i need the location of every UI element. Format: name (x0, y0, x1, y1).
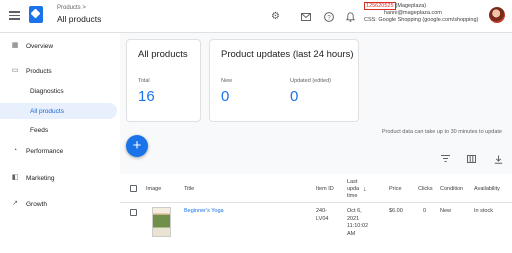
top-bar: Products > All products ⚙ ? 125620525 (Ma… (0, 0, 512, 33)
cell-line: AM (347, 230, 356, 237)
overview-icon: ▦ (11, 42, 19, 49)
header-divider (120, 202, 512, 203)
product-image (152, 207, 171, 237)
column-header-availability[interactable]: Availability (474, 186, 500, 193)
avatar[interactable] (489, 7, 505, 23)
cell-line: 2021 (347, 215, 360, 222)
column-header-image: Image (146, 186, 162, 192)
availability: In stock (474, 208, 493, 214)
column-header-condition[interactable]: Condition (440, 186, 463, 193)
products-table: Image Title Item ID Last upda time ↓ Pri… (120, 174, 512, 253)
sidebar-item-label: Overview (26, 42, 54, 50)
header-line: upda (347, 186, 360, 192)
column-header-price[interactable]: Price (389, 186, 402, 193)
cell-line: Oct 6, (347, 208, 362, 214)
sidebar-item-label: All products (30, 107, 64, 115)
header-line: time (347, 193, 358, 199)
filter-icon[interactable] (441, 155, 450, 164)
sidebar: ▦ Overview ▭ Products Diagnostics All pr… (0, 33, 120, 253)
breadcrumb[interactable]: Products > (57, 5, 86, 11)
settings-icon[interactable]: ⚙ (270, 11, 281, 22)
price: $6.00 (389, 208, 403, 214)
css-label: CSS: Google Shopping (google.com/shoppin… (364, 17, 479, 23)
condition: New (440, 208, 452, 214)
sidebar-item-label: Diagnostics (30, 87, 64, 95)
notifications-icon[interactable] (345, 11, 356, 22)
account-id: 125620525 (364, 2, 396, 10)
menu-icon[interactable] (9, 11, 20, 20)
account-email: hanni@mageplaza.com (384, 10, 442, 16)
column-header-title[interactable]: Title (184, 186, 194, 193)
total-value: 16 (138, 88, 155, 105)
product-title-link[interactable]: Beginner's Yoga (184, 208, 224, 216)
card-title: All products (138, 49, 188, 60)
sidebar-item-label: Performance (26, 147, 64, 155)
download-icon[interactable] (494, 155, 503, 164)
sidebar-item-label: Products (26, 67, 52, 75)
growth-icon: ↗ (12, 200, 18, 207)
new-value: 0 (221, 88, 230, 105)
products-icon: ▭ (11, 67, 19, 74)
row-checkbox[interactable] (130, 209, 137, 216)
column-header-clicks[interactable]: Clicks (418, 186, 433, 193)
last-update-time: Oct 6, 2021 11:10:02 AM (347, 208, 368, 238)
account-name: (Mageplaza) (395, 3, 427, 9)
marketing-icon: ◧ (11, 174, 19, 181)
sidebar-item-all-products[interactable]: All products (0, 103, 117, 119)
help-icon[interactable]: ? (323, 11, 334, 22)
merchant-center-logo (29, 6, 43, 23)
updated-label: Updated (edited) (290, 78, 331, 84)
cell-line: 240- (316, 208, 328, 214)
updated-value: 0 (290, 88, 299, 105)
header-line: Last (347, 179, 358, 185)
sort-down-icon[interactable]: ↓ (363, 186, 367, 193)
total-label: Total (138, 78, 150, 84)
sidebar-item-label: Growth (26, 200, 47, 208)
main-content: All products Total 16 Product updates (l… (120, 33, 512, 253)
performance-icon: ◔ (12, 147, 18, 154)
account-info[interactable]: 125620525 (Mageplaza) hanni@mageplaza.com… (364, 2, 488, 24)
card-title: Product updates (last 24 hours) (221, 49, 354, 60)
new-label: New (221, 78, 233, 84)
page-title: All products (57, 14, 102, 24)
svg-text:?: ? (327, 15, 331, 21)
sidebar-item-label: Marketing (26, 174, 55, 182)
clicks: 0 (423, 208, 427, 214)
product-updates-card: Product updates (last 24 hours) New 0 Up… (209, 39, 359, 122)
add-product-button[interactable]: + (126, 135, 148, 157)
update-note: Product data can take up to 30 minutes t… (381, 129, 502, 135)
select-all-checkbox[interactable] (130, 185, 137, 192)
column-header-last-update[interactable]: Last upda time (347, 179, 359, 200)
cell-line: 11:10:02 (347, 223, 369, 229)
cell-line: LV04 (316, 215, 329, 222)
item-id: 240- LV04 (316, 208, 328, 223)
sidebar-item-label: Feeds (30, 126, 49, 134)
columns-icon[interactable] (467, 155, 476, 164)
column-header-item-id[interactable]: Item ID (316, 186, 334, 193)
all-products-card: All products Total 16 (126, 39, 201, 122)
mail-icon[interactable] (300, 11, 311, 22)
